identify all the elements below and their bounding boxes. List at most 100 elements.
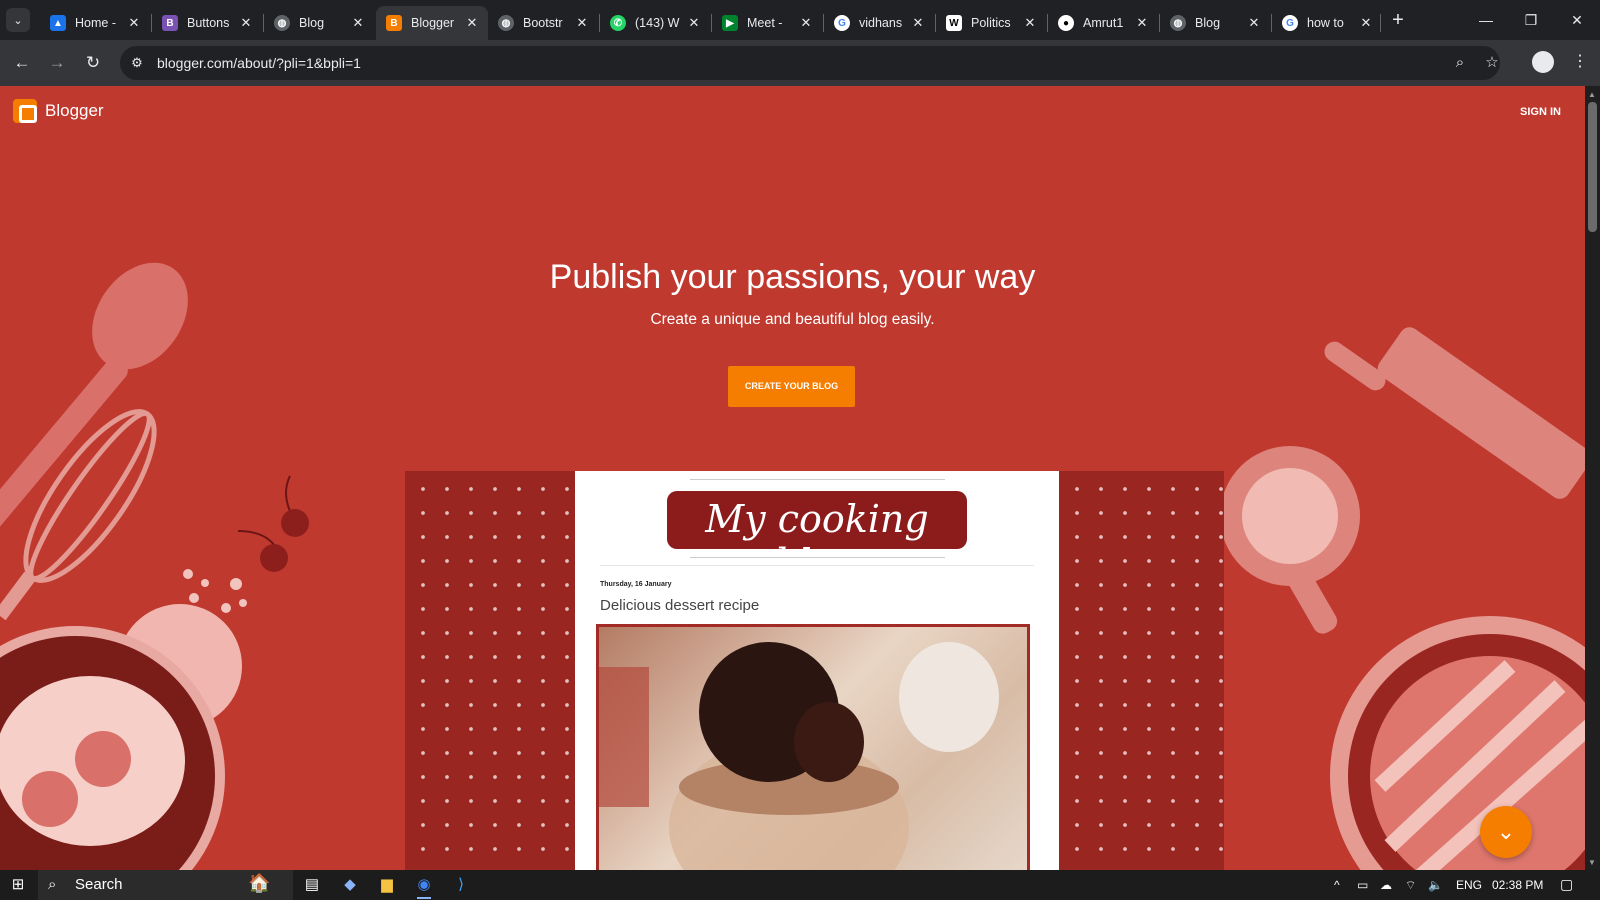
tab-11[interactable]: ◍ Blog ✕ bbox=[1160, 6, 1270, 40]
google-icon: G bbox=[834, 15, 850, 31]
close-icon[interactable]: ✕ bbox=[910, 15, 926, 31]
taskbar-search-box[interactable]: ⌕ Search 🏠 bbox=[38, 870, 293, 900]
blog-title: My cooking blog bbox=[705, 497, 929, 585]
bootstrap-icon: B bbox=[162, 15, 178, 31]
scroll-down-button[interactable]: ⌄ bbox=[1480, 806, 1532, 858]
tab-3[interactable]: ◍ Blog ✕ bbox=[264, 6, 374, 40]
copilot-icon[interactable]: ◆ bbox=[340, 875, 360, 895]
close-icon[interactable]: ✕ bbox=[350, 15, 366, 31]
windows-start-icon[interactable]: ⊞ bbox=[8, 875, 28, 895]
google-drive-icon: ▲ bbox=[50, 15, 66, 31]
close-icon[interactable]: ✕ bbox=[1022, 15, 1038, 31]
zoom-icon[interactable]: ⌕ bbox=[1450, 53, 1470, 73]
tab-8[interactable]: G vidhans ✕ bbox=[824, 6, 934, 40]
url-text[interactable]: blogger.com/about/?pli=1&bpli=1 bbox=[157, 55, 361, 71]
github-icon: ● bbox=[1058, 15, 1074, 31]
dessert-photo bbox=[596, 624, 1030, 870]
windows-taskbar: ⊞ ⌕ Search 🏠 ▤ ◆ ▆ ◉ ⟩ ^ ▭ ☁ ⌔ 🔈 ENG 02:… bbox=[0, 870, 1600, 900]
tab-label: (143) W bbox=[635, 16, 680, 30]
tab-2[interactable]: B Buttons ✕ bbox=[152, 6, 262, 40]
close-icon[interactable]: ✕ bbox=[238, 15, 254, 31]
address-bar[interactable]: ⚙ blogger.com/about/?pli=1&bpli=1 ⌕ ☆ bbox=[120, 46, 1500, 80]
tab-label: Buttons bbox=[187, 16, 230, 30]
close-icon[interactable]: ✕ bbox=[1134, 15, 1150, 31]
whatsapp-icon: ✆ bbox=[610, 15, 626, 31]
tab-label: Blog bbox=[299, 16, 325, 30]
minimize-icon[interactable]: — bbox=[1474, 8, 1498, 32]
notifications-icon[interactable]: ▢ bbox=[1560, 876, 1573, 893]
onedrive-icon[interactable]: ☁ bbox=[1380, 878, 1392, 892]
language-indicator[interactable]: ENG bbox=[1456, 878, 1482, 892]
chrome-icon[interactable]: ◉ bbox=[414, 875, 434, 895]
tab-6[interactable]: ✆ (143) W ✕ bbox=[600, 6, 710, 40]
close-icon[interactable]: ✕ bbox=[1246, 15, 1262, 31]
close-icon[interactable]: ✕ bbox=[798, 15, 814, 31]
google-icon: G bbox=[1282, 15, 1298, 31]
vscode-icon[interactable]: ⟩ bbox=[451, 875, 471, 895]
task-view-icon[interactable]: ▤ bbox=[302, 875, 322, 895]
close-icon[interactable]: ✕ bbox=[686, 15, 702, 31]
wikipedia-icon: W bbox=[946, 15, 962, 31]
polka-dot-panel-right bbox=[1059, 471, 1224, 870]
forward-icon[interactable]: → bbox=[45, 51, 69, 75]
tab-strip: ⌄ ▲ Home - ✕ B Buttons ✕ ◍ Blog ✕ B Blog… bbox=[0, 0, 1600, 40]
google-meet-icon: ▶ bbox=[722, 15, 738, 31]
tray-chevron-icon[interactable]: ^ bbox=[1334, 878, 1340, 892]
pie-illustration bbox=[1330, 616, 1585, 870]
globe-icon: ◍ bbox=[498, 15, 514, 31]
create-blog-button[interactable]: CREATE YOUR BLOG bbox=[728, 366, 855, 407]
menu-kebab-icon[interactable]: ⋮ bbox=[1572, 51, 1588, 71]
holiday-widget-icon: 🏠 bbox=[248, 873, 271, 893]
profile-avatar-icon[interactable] bbox=[1532, 51, 1554, 73]
reload-icon[interactable]: ↻ bbox=[81, 51, 105, 75]
tab-label: Amrut1 bbox=[1083, 16, 1124, 30]
restore-icon[interactable]: ❐ bbox=[1519, 8, 1543, 32]
tab-label: Home - bbox=[75, 16, 116, 30]
sign-in-link[interactable]: SIGN IN bbox=[1520, 106, 1561, 118]
tab-label: Politics bbox=[971, 16, 1011, 30]
page-scrollbar[interactable]: ▲ ▼ bbox=[1585, 86, 1600, 870]
wifi-icon[interactable]: ⌔ bbox=[1405, 878, 1416, 893]
post-date: Thursday, 16 January bbox=[600, 581, 672, 588]
meet-now-icon[interactable]: ▭ bbox=[1357, 878, 1368, 892]
tab-9[interactable]: W Politics ✕ bbox=[936, 6, 1046, 40]
cherries-illustration bbox=[237, 475, 309, 572]
post-title: Delicious dessert recipe bbox=[600, 597, 760, 614]
tab-10[interactable]: ● Amrut1 ✕ bbox=[1048, 6, 1158, 40]
back-icon[interactable]: ← bbox=[10, 51, 34, 75]
search-icon: ⌕ bbox=[48, 876, 57, 893]
tab-7[interactable]: ▶ Meet - ✕ bbox=[712, 6, 822, 40]
bookmark-star-icon[interactable]: ☆ bbox=[1482, 53, 1502, 73]
tab-5[interactable]: ◍ Bootstr ✕ bbox=[488, 6, 598, 40]
close-icon[interactable]: ✕ bbox=[464, 15, 480, 31]
tab-1[interactable]: ▲ Home - ✕ bbox=[40, 6, 150, 40]
blogger-icon: B bbox=[386, 15, 402, 31]
scrollbar-thumb[interactable] bbox=[1588, 102, 1597, 232]
close-icon[interactable]: ✕ bbox=[126, 15, 142, 31]
tab-12[interactable]: G how to ✕ bbox=[1272, 6, 1382, 40]
tab-label: Blogger bbox=[411, 16, 455, 30]
browser-toolbar: ← → ↻ ⚙ blogger.com/about/?pli=1&bpli=1 … bbox=[0, 40, 1600, 86]
blog-title-banner: My cooking blog bbox=[667, 491, 967, 585]
tab-4-active[interactable]: B Blogger ✕ bbox=[376, 6, 488, 40]
tab-label: how to bbox=[1307, 16, 1344, 30]
site-info-icon[interactable]: ⚙ bbox=[128, 54, 146, 72]
globe-icon: ◍ bbox=[1170, 15, 1186, 31]
blogger-logo-icon[interactable] bbox=[13, 99, 37, 123]
window-close-icon[interactable]: ✕ bbox=[1565, 8, 1589, 32]
polka-dot-panel-left bbox=[405, 471, 575, 870]
globe-icon: ◍ bbox=[274, 15, 290, 31]
taskbar-search-label: Search bbox=[75, 876, 123, 893]
close-icon[interactable]: ✕ bbox=[1358, 15, 1374, 31]
page-subheadline: Create a unique and beautiful blog easil… bbox=[650, 311, 935, 328]
whisk-illustration bbox=[0, 409, 157, 621]
volume-icon[interactable]: 🔈 bbox=[1428, 878, 1443, 892]
tab-label: Bootstr bbox=[523, 16, 563, 30]
blog-preview: My cooking blog Thursday, 16 January Del… bbox=[575, 471, 1059, 870]
clock-time[interactable]: 02:38 PM bbox=[1492, 878, 1543, 892]
tab-search-icon[interactable]: ⌄ bbox=[6, 8, 30, 32]
file-explorer-icon[interactable]: ▆ bbox=[377, 875, 397, 895]
brand-name[interactable]: Blogger bbox=[45, 101, 104, 121]
close-icon[interactable]: ✕ bbox=[574, 15, 590, 31]
new-tab-icon[interactable]: + bbox=[1386, 8, 1410, 32]
